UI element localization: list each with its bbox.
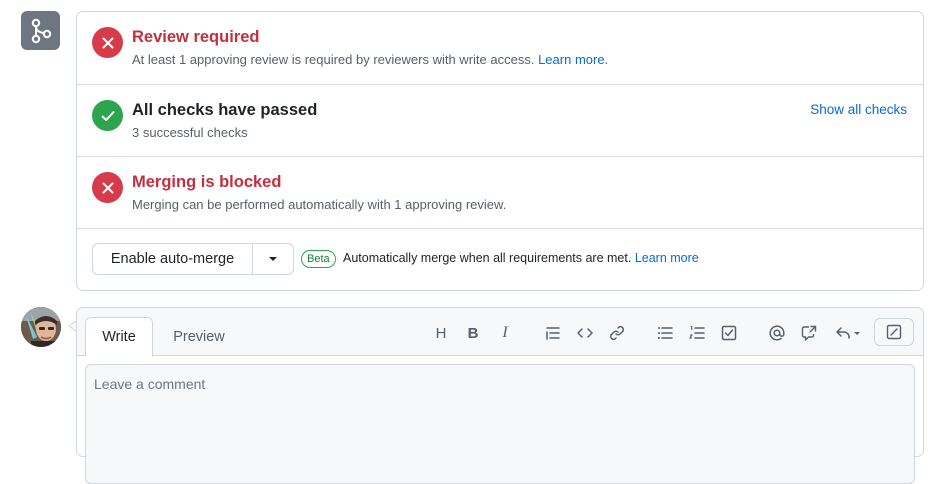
comment-placeholder: Leave a comment xyxy=(94,376,206,392)
bulleted-list-button[interactable] xyxy=(654,322,676,344)
bold-button[interactable]: B xyxy=(462,322,484,344)
auto-merge-button-group: Enable auto-merge xyxy=(92,243,294,275)
review-learn-more-link[interactable]: Learn more. xyxy=(538,52,608,67)
checks-title: All checks have passed xyxy=(132,101,318,119)
tasklist-icon xyxy=(721,325,737,341)
bold-icon: B xyxy=(467,324,479,342)
beta-badge: Beta xyxy=(301,250,336,268)
triangle-down-icon xyxy=(269,257,277,261)
tab-preview[interactable]: Preview xyxy=(161,317,237,357)
cross-reference-button[interactable] xyxy=(798,322,820,344)
fullscreen-icon xyxy=(886,324,902,340)
saved-replies-button[interactable] xyxy=(833,322,863,344)
code-button[interactable] xyxy=(574,322,596,344)
task-list-button[interactable] xyxy=(718,322,740,344)
x-circle-icon xyxy=(92,27,123,58)
review-required-subtitle: At least 1 approving review is required … xyxy=(132,52,608,67)
quote-icon xyxy=(546,327,560,340)
unordered-list-icon xyxy=(658,327,673,339)
merge-blocked-section: Merging is blocked Merging can be perfor… xyxy=(77,156,923,228)
reply-icon xyxy=(836,327,860,339)
comment-editor-header: Write Preview H B I xyxy=(77,308,923,357)
auto-merge-learn-more-link[interactable]: Learn more xyxy=(635,251,699,265)
heading-icon: H xyxy=(435,324,447,342)
git-merge-icon xyxy=(21,11,60,50)
auto-merge-description: Automatically merge when all requirement… xyxy=(343,251,699,265)
fullscreen-toggle-button[interactable] xyxy=(874,318,914,346)
check-circle-icon xyxy=(92,100,123,131)
numbered-list-button[interactable] xyxy=(686,322,708,344)
auto-merge-dropdown-button[interactable] xyxy=(252,244,293,274)
avatar[interactable] xyxy=(21,307,61,347)
checks-section: All checks have passed 3 successful chec… xyxy=(77,84,923,156)
merge-blocked-subtitle: Merging can be performed automatically w… xyxy=(132,197,507,212)
auto-merge-description-text: Automatically merge when all requirement… xyxy=(343,251,632,265)
heading-button[interactable]: H xyxy=(430,322,452,344)
link-icon xyxy=(609,325,625,341)
link-button[interactable] xyxy=(606,322,628,344)
review-required-title: Review required xyxy=(132,28,260,46)
italic-icon: I xyxy=(502,324,508,341)
review-required-section: Review required At least 1 approving rev… xyxy=(77,12,923,84)
quote-button[interactable] xyxy=(542,322,564,344)
ordered-list-icon xyxy=(689,325,705,339)
mention-icon xyxy=(769,325,785,341)
comment-textarea[interactable]: Leave a comment xyxy=(85,364,915,484)
italic-button[interactable]: I xyxy=(494,322,516,344)
mention-button[interactable] xyxy=(766,322,788,344)
tab-write[interactable]: Write xyxy=(85,317,153,357)
x-circle-icon xyxy=(92,172,123,203)
code-icon xyxy=(577,328,593,338)
review-required-text: At least 1 approving review is required … xyxy=(132,52,535,67)
show-all-checks-link[interactable]: Show all checks xyxy=(810,102,907,117)
merge-status-box: Review required At least 1 approving rev… xyxy=(76,11,924,291)
comment-editor: Write Preview H B I Leave a comment xyxy=(76,307,924,484)
enable-auto-merge-button[interactable]: Enable auto-merge xyxy=(93,244,252,274)
checks-subtitle: 3 successful checks xyxy=(132,125,248,140)
cross-reference-icon xyxy=(801,325,817,341)
merge-blocked-title: Merging is blocked xyxy=(132,173,282,191)
auto-merge-section: Enable auto-merge Beta Automatically mer… xyxy=(77,228,923,290)
